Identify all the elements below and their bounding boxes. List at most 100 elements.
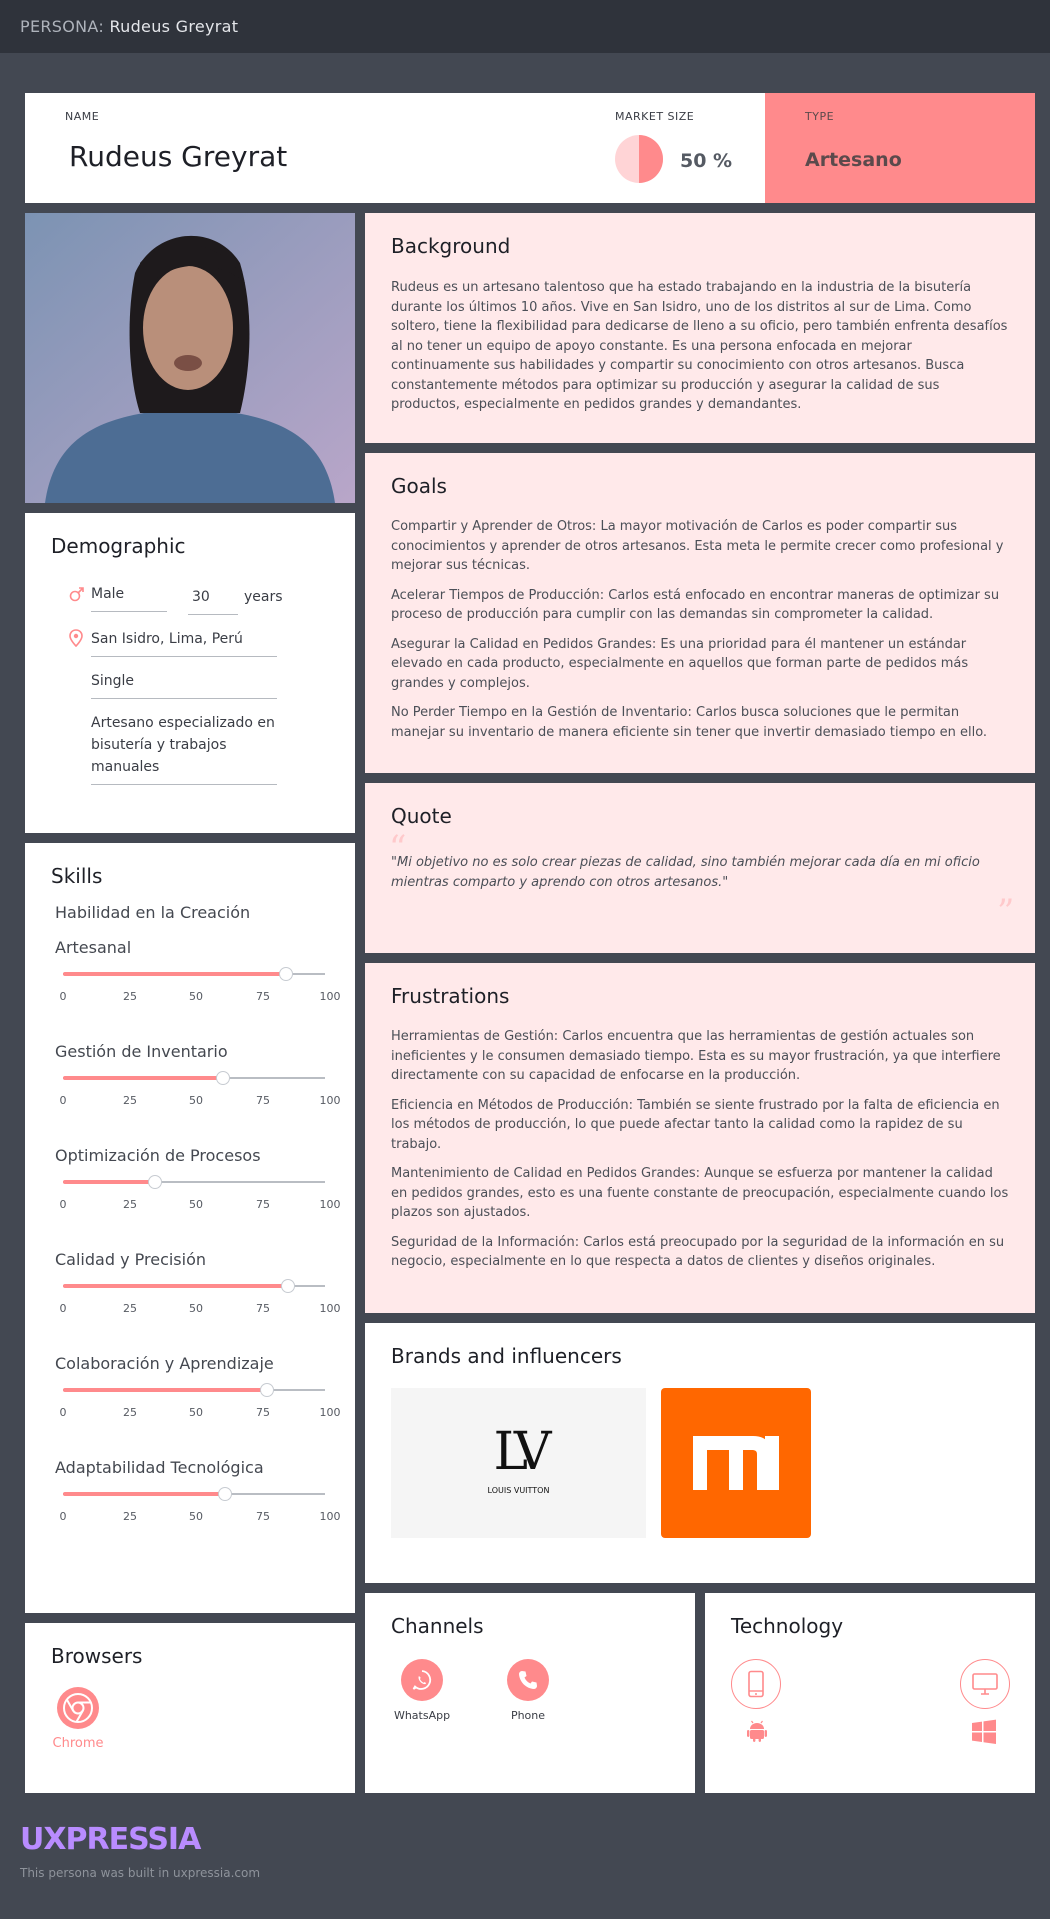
skill-name: Optimización de Procesos: [55, 1146, 261, 1165]
goal-item: No Perder Tiempo en la Gestión de Invent…: [391, 705, 988, 740]
footer-note: This persona was built in uxpressia.com: [20, 1866, 261, 1880]
skill-ticks: 0 25 50 75 100: [55, 1094, 345, 1108]
background-title: Background: [391, 234, 511, 258]
uxpressia-logo[interactable]: UXPRESSIA: [20, 1822, 201, 1857]
name-label: NAME: [65, 110, 100, 123]
tick-label: 0: [59, 1094, 67, 1107]
market-size-value: 50 %: [680, 150, 733, 172]
goals-list: Compartir y Aprender de Otros: La mayor …: [391, 517, 1011, 752]
frustration-item: Eficiencia en Métodos de Producción: Tam…: [391, 1097, 1000, 1152]
tick-label: 100: [319, 990, 341, 1003]
background-card: Background Rudeus es un artesano talento…: [365, 213, 1035, 443]
skill-track[interactable]: [63, 1071, 325, 1085]
phone-label: Phone: [510, 1709, 546, 1722]
skill-slider: Gestión de Inventario 0 25 50 75 100: [55, 1042, 341, 1142]
tick-label: 0: [59, 1198, 67, 1211]
browsers-title: Browsers: [51, 1644, 143, 1668]
location-field[interactable]: San Isidro, Lima, Perú: [91, 628, 277, 657]
tick-label: 25: [123, 990, 137, 1003]
gender-field[interactable]: Male: [91, 583, 167, 612]
windows-icon[interactable]: [971, 1719, 997, 1745]
tick-label: 50: [189, 1406, 203, 1419]
android-icon[interactable]: [745, 1719, 769, 1743]
type-card: TYPE Artesano: [765, 93, 1035, 203]
smartphone-glyph: [748, 1670, 764, 1698]
chrome-icon[interactable]: [57, 1687, 99, 1729]
tick-label: 100: [319, 1510, 341, 1523]
skill-slider: Calidad y Precisión 0 25 50 75 100: [55, 1250, 341, 1350]
skill-track[interactable]: [63, 1487, 325, 1501]
tick-label: 0: [59, 1302, 67, 1315]
goals-title: Goals: [391, 474, 447, 498]
skill-fill: [63, 1388, 268, 1392]
occupation-field[interactable]: Artesano especializado en bisutería y tr…: [91, 712, 277, 785]
tick-label: 25: [123, 1198, 137, 1211]
skill-slider: Artesanal 0 25 50 75 100: [55, 938, 341, 1038]
channels-title: Channels: [391, 1614, 484, 1638]
skill-thumb[interactable]: [278, 967, 293, 981]
skill-track[interactable]: [63, 967, 325, 981]
type-label: TYPE: [805, 110, 835, 123]
skill-thumb[interactable]: [147, 1175, 162, 1189]
demographic-card: Demographic Male 30 years San Isidro, Li…: [25, 513, 355, 833]
phone-icon[interactable]: [507, 1659, 549, 1701]
skill-fill: [63, 972, 286, 976]
tick-label: 100: [319, 1302, 341, 1315]
skill-thumb[interactable]: [281, 1279, 296, 1293]
brands-card: Brands and influencers LV LOUIS VUITTON: [365, 1323, 1035, 1583]
tick-label: 50: [189, 1198, 203, 1211]
frustrations-title: Frustrations: [391, 984, 510, 1008]
channels-card: Channels WhatsApp Phone: [365, 1593, 695, 1793]
skill-fill: [63, 1076, 223, 1080]
tick-label: 75: [256, 1094, 270, 1107]
skill-track[interactable]: [63, 1279, 325, 1293]
skill-thumb[interactable]: [215, 1071, 230, 1085]
skill-name: Adaptabilidad Tecnológica: [55, 1458, 264, 1477]
whatsapp-icon[interactable]: [401, 1659, 443, 1701]
age-field[interactable]: 30: [188, 586, 238, 615]
skills-title: Skills: [51, 864, 103, 888]
quote-card: Quote “ "Mi objetivo no es solo crear pi…: [365, 783, 1035, 953]
skill-slider: Optimización de Procesos 0 25 50 75 100: [55, 1146, 341, 1246]
desktop-icon[interactable]: [960, 1659, 1010, 1709]
skill-thumb[interactable]: [218, 1487, 233, 1501]
tick-label: 25: [123, 1510, 137, 1523]
location-pin-icon: [69, 629, 83, 647]
portrait-image: [25, 213, 355, 503]
quote-title: Quote: [391, 804, 452, 828]
chrome-label: Chrome: [52, 1736, 104, 1751]
tick-label: 75: [256, 990, 270, 1003]
tick-label: 100: [319, 1406, 341, 1419]
skill-track[interactable]: [63, 1175, 325, 1189]
technology-title: Technology: [731, 1614, 844, 1638]
skill-slider: Colaboración y Aprendizaje 0 25 50 75 100: [55, 1354, 341, 1454]
persona-full-name[interactable]: Rudeus Greyrat: [69, 140, 287, 173]
goal-item: Asegurar la Calidad en Pedidos Grandes: …: [391, 636, 969, 691]
louis-vuitton-logo[interactable]: LV LOUIS VUITTON: [391, 1388, 646, 1538]
skill-fill: [63, 1492, 226, 1496]
lv-monogram: LV: [493, 1422, 552, 1482]
tick-label: 25: [123, 1094, 137, 1107]
market-size-pie-icon: [615, 135, 663, 183]
skill-track[interactable]: [63, 1383, 325, 1397]
skill-fill: [63, 1180, 155, 1184]
smartphone-icon[interactable]: [731, 1659, 781, 1709]
skill-fill: [63, 1284, 289, 1288]
top-bar: PERSONA: Rudeus Greyrat: [0, 0, 1050, 53]
tick-label: 100: [319, 1198, 341, 1211]
tick-label: 50: [189, 990, 203, 1003]
tick-label: 75: [256, 1198, 270, 1211]
tick-label: 75: [256, 1510, 270, 1523]
skill-name: Gestión de Inventario: [55, 1042, 228, 1061]
phone-glyph: [519, 1671, 537, 1689]
xiaomi-logo[interactable]: [661, 1388, 811, 1538]
tick-label: 50: [189, 1302, 203, 1315]
skill-name: Artesanal: [55, 938, 132, 957]
frustration-item: Herramientas de Gestión: Carlos encuentr…: [391, 1029, 1001, 1083]
skill-thumb[interactable]: [260, 1383, 275, 1397]
demographic-title: Demographic: [51, 534, 186, 558]
persona-photo: [25, 213, 355, 503]
tick-label: 50: [189, 1094, 203, 1107]
tick-label: 100: [319, 1094, 341, 1107]
relationship-status-field[interactable]: Single: [91, 670, 277, 699]
